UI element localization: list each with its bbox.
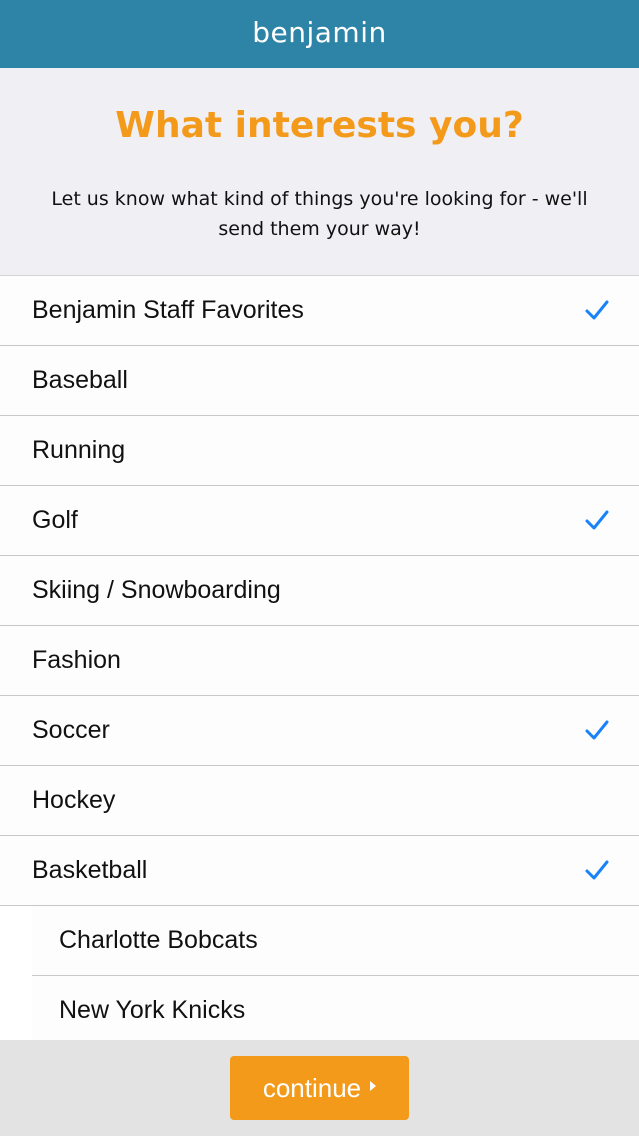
- continue-button[interactable]: continue: [230, 1056, 409, 1120]
- interest-label: Running: [32, 436, 126, 464]
- interest-label: Charlotte Bobcats: [59, 926, 258, 954]
- interest-label: Benjamin Staff Favorites: [32, 296, 304, 324]
- sub-interest-row[interactable]: Charlotte Bobcats: [32, 906, 639, 976]
- checkmark-icon: [585, 300, 609, 320]
- checkmark-icon: [585, 720, 609, 740]
- interest-label: New York Knicks: [59, 996, 246, 1024]
- interest-label: Soccer: [32, 716, 110, 744]
- interest-label: Basketball: [32, 856, 148, 884]
- checkmark-icon: [585, 510, 609, 530]
- interest-row[interactable]: Benjamin Staff Favorites: [0, 276, 639, 346]
- interest-label: Golf: [32, 506, 78, 534]
- interest-row[interactable]: Baseball: [0, 346, 639, 416]
- interest-row[interactable]: Basketball: [0, 836, 639, 906]
- interest-row[interactable]: Soccer: [0, 696, 639, 766]
- sub-interest-row[interactable]: New York Knicks: [32, 976, 639, 1041]
- interest-row[interactable]: Golf: [0, 486, 639, 556]
- interests-header: What interests you? Let us know what kin…: [0, 68, 639, 275]
- app-logo: benjamin: [252, 15, 387, 49]
- interest-label: Skiing / Snowboarding: [32, 576, 281, 604]
- interest-row[interactable]: Hockey: [0, 766, 639, 836]
- interest-row[interactable]: Running: [0, 416, 639, 486]
- checkmark-icon: [585, 860, 609, 880]
- interest-label: Fashion: [32, 646, 121, 674]
- interest-row[interactable]: Skiing / Snowboarding: [0, 556, 639, 626]
- continue-label: continue: [262, 1072, 362, 1103]
- interest-label: Hockey: [32, 786, 116, 814]
- interest-row[interactable]: Fashion: [0, 626, 639, 696]
- interest-label: Baseball: [32, 366, 128, 394]
- page-title: What interests you?: [115, 105, 524, 146]
- footer-bar: continue: [0, 1040, 639, 1136]
- nav-bar: benjamin: [0, 0, 639, 68]
- page-subtitle: Let us know what kind of things you're l…: [51, 188, 588, 240]
- caret-right-icon: [370, 1081, 377, 1091]
- interest-list: Benjamin Staff Favorites Baseball Running G…: [0, 275, 639, 1041]
